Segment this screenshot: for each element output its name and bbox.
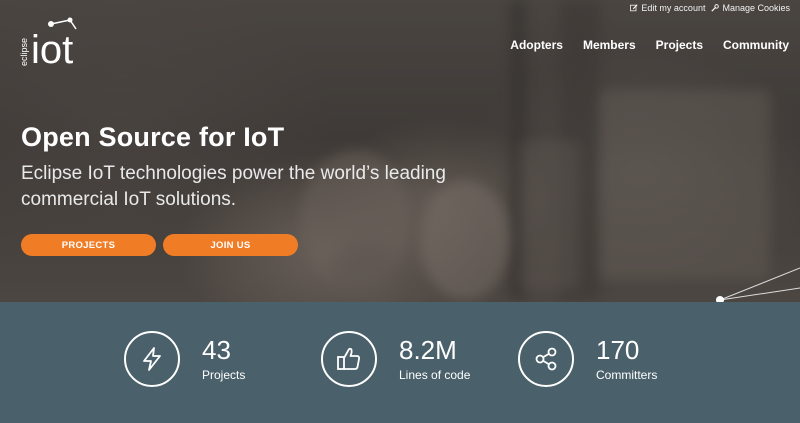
background-photo-detail [520, 140, 580, 290]
thumbs-up-icon [337, 347, 360, 370]
nav-item-adopters[interactable]: Adopters [510, 38, 563, 52]
edit-account-link[interactable]: Edit my account [630, 3, 705, 13]
stat-committers: 170 Committers [518, 331, 657, 387]
stat-value: 43 [202, 335, 231, 365]
stat-icon-circle [518, 331, 574, 387]
stats-bar: 43 Projects 8.2M Lines of code 170 Commi… [0, 302, 800, 423]
wrench-icon [711, 4, 720, 12]
hero-title: Open Source for IoT [21, 122, 285, 152]
stat-projects: 43 Projects [124, 331, 245, 387]
lightning-icon [143, 347, 161, 371]
manage-cookies-label: Manage Cookies [722, 3, 790, 13]
nav-item-community[interactable]: Community [723, 38, 789, 52]
logo-big-text: iot [31, 28, 73, 68]
stat-value: 170 [596, 335, 640, 365]
logo-small-text: eclipse [19, 38, 29, 66]
background-photo-person [330, 240, 400, 302]
stat-label: Lines of code [399, 368, 471, 382]
stat-lines-of-code: 8.2M Lines of code [321, 331, 470, 387]
stat-value: 8.2M [399, 335, 457, 365]
network-graphic [716, 267, 800, 302]
eclipse-iot-logo[interactable]: eclipse iot [18, 16, 108, 68]
projects-button[interactable]: PROJECTS [21, 234, 156, 256]
background-photo-detail [600, 90, 770, 280]
hero-subtitle: Eclipse IoT technologies power the world… [21, 163, 446, 210]
main-nav: Adopters Members Projects Community [510, 38, 789, 52]
nav-item-projects[interactable]: Projects [656, 38, 703, 52]
stat-label: Projects [202, 368, 246, 382]
stat-icon-circle [124, 331, 180, 387]
stat-icon-circle [321, 331, 377, 387]
stat-label: Committers [596, 368, 658, 382]
utility-links: Edit my account Manage Cookies [630, 3, 790, 13]
manage-cookies-link[interactable]: Manage Cookies [711, 3, 790, 13]
nav-item-members[interactable]: Members [583, 38, 636, 52]
join-us-button[interactable]: JOIN US [163, 234, 298, 256]
hero-section: Edit my account Manage Cookies eclipse i… [0, 0, 800, 302]
edit-icon [630, 4, 639, 12]
share-icon [535, 347, 557, 371]
edit-account-label: Edit my account [641, 3, 706, 13]
